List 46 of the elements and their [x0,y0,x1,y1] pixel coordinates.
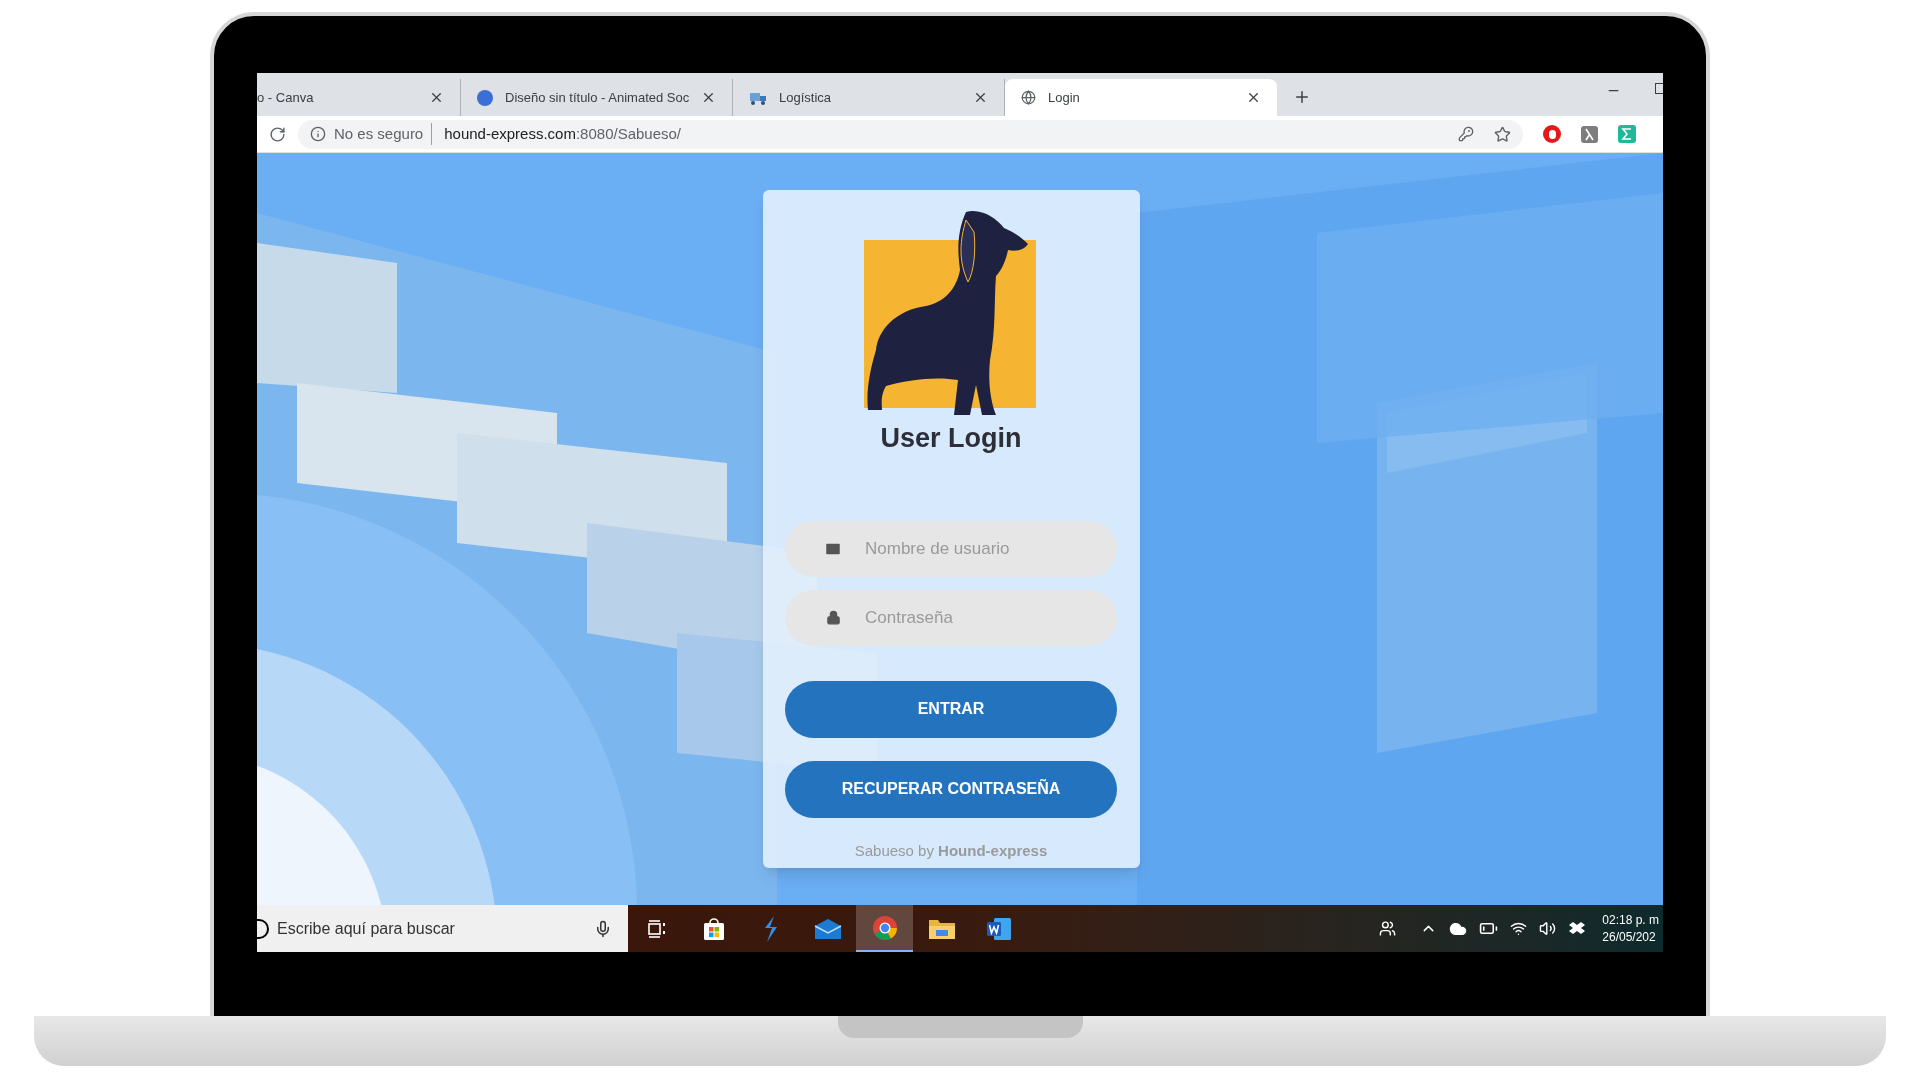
wifi-icon[interactable] [1510,920,1528,937]
globe-icon [1021,90,1036,105]
password-field[interactable]: Contraseña [785,589,1117,646]
close-icon[interactable] [973,90,988,105]
task-view-icon [646,919,667,938]
username-input[interactable]: Nombre de usuario [865,535,1105,562]
folder-icon [927,917,956,940]
login-title: User Login [880,422,1022,455]
clock-time: 02:18 p. m [1602,911,1659,929]
document-app-icon [985,916,1012,941]
lock-icon [825,610,841,625]
close-icon[interactable] [429,90,444,105]
url-text: hound-express.com:8080/Sabueso/ [443,123,682,144]
username-field[interactable]: Nombre de usuario [785,520,1117,577]
close-icon[interactable] [1246,90,1261,105]
star-icon[interactable] [1494,125,1511,143]
browser-logo-icon [871,914,898,941]
tab-title: Logística [779,88,833,107]
new-tab-icon[interactable] [1293,88,1311,106]
close-icon[interactable] [701,90,716,105]
search-placeholder: Escribe aquí para buscar [277,918,456,939]
truck-icon [749,90,767,105]
key-icon[interactable] [1458,126,1474,142]
speaker-icon[interactable] [1539,920,1557,937]
circle-logo-icon [477,89,493,106]
maximize-icon[interactable] [1655,83,1663,94]
people-icon[interactable] [1379,920,1397,937]
info-icon [310,126,326,142]
tab-title: Login [1048,88,1081,107]
recover-password-button[interactable]: RECUPERAR CONTRASEÑA [785,760,1117,818]
password-input[interactable]: Contraseña [865,604,1105,631]
reload-icon[interactable] [269,125,286,143]
clock-date: 26/05/202 [1602,928,1657,946]
taskbar-search-field[interactable]: Escribe aquí para buscar [257,905,628,952]
footer-text: Sabueso by Hound-express [854,840,1048,861]
microphone-icon[interactable] [594,919,612,938]
shopping-bag-icon [701,916,726,941]
address-field[interactable]: No es seguro hound-express.com:8080/Sabueso/ [298,119,1523,149]
search-icon [257,918,269,939]
tab-title: o - Canva [257,88,315,107]
security-label: No es seguro [334,122,433,146]
browser-tab[interactable]: Login [1005,79,1277,116]
envelope-icon [813,917,842,940]
tab-title: Diseño sin título - Animated Soc [505,88,689,107]
lambda-icon[interactable] [1581,125,1598,143]
login-button[interactable]: ENTRAR [785,680,1117,738]
